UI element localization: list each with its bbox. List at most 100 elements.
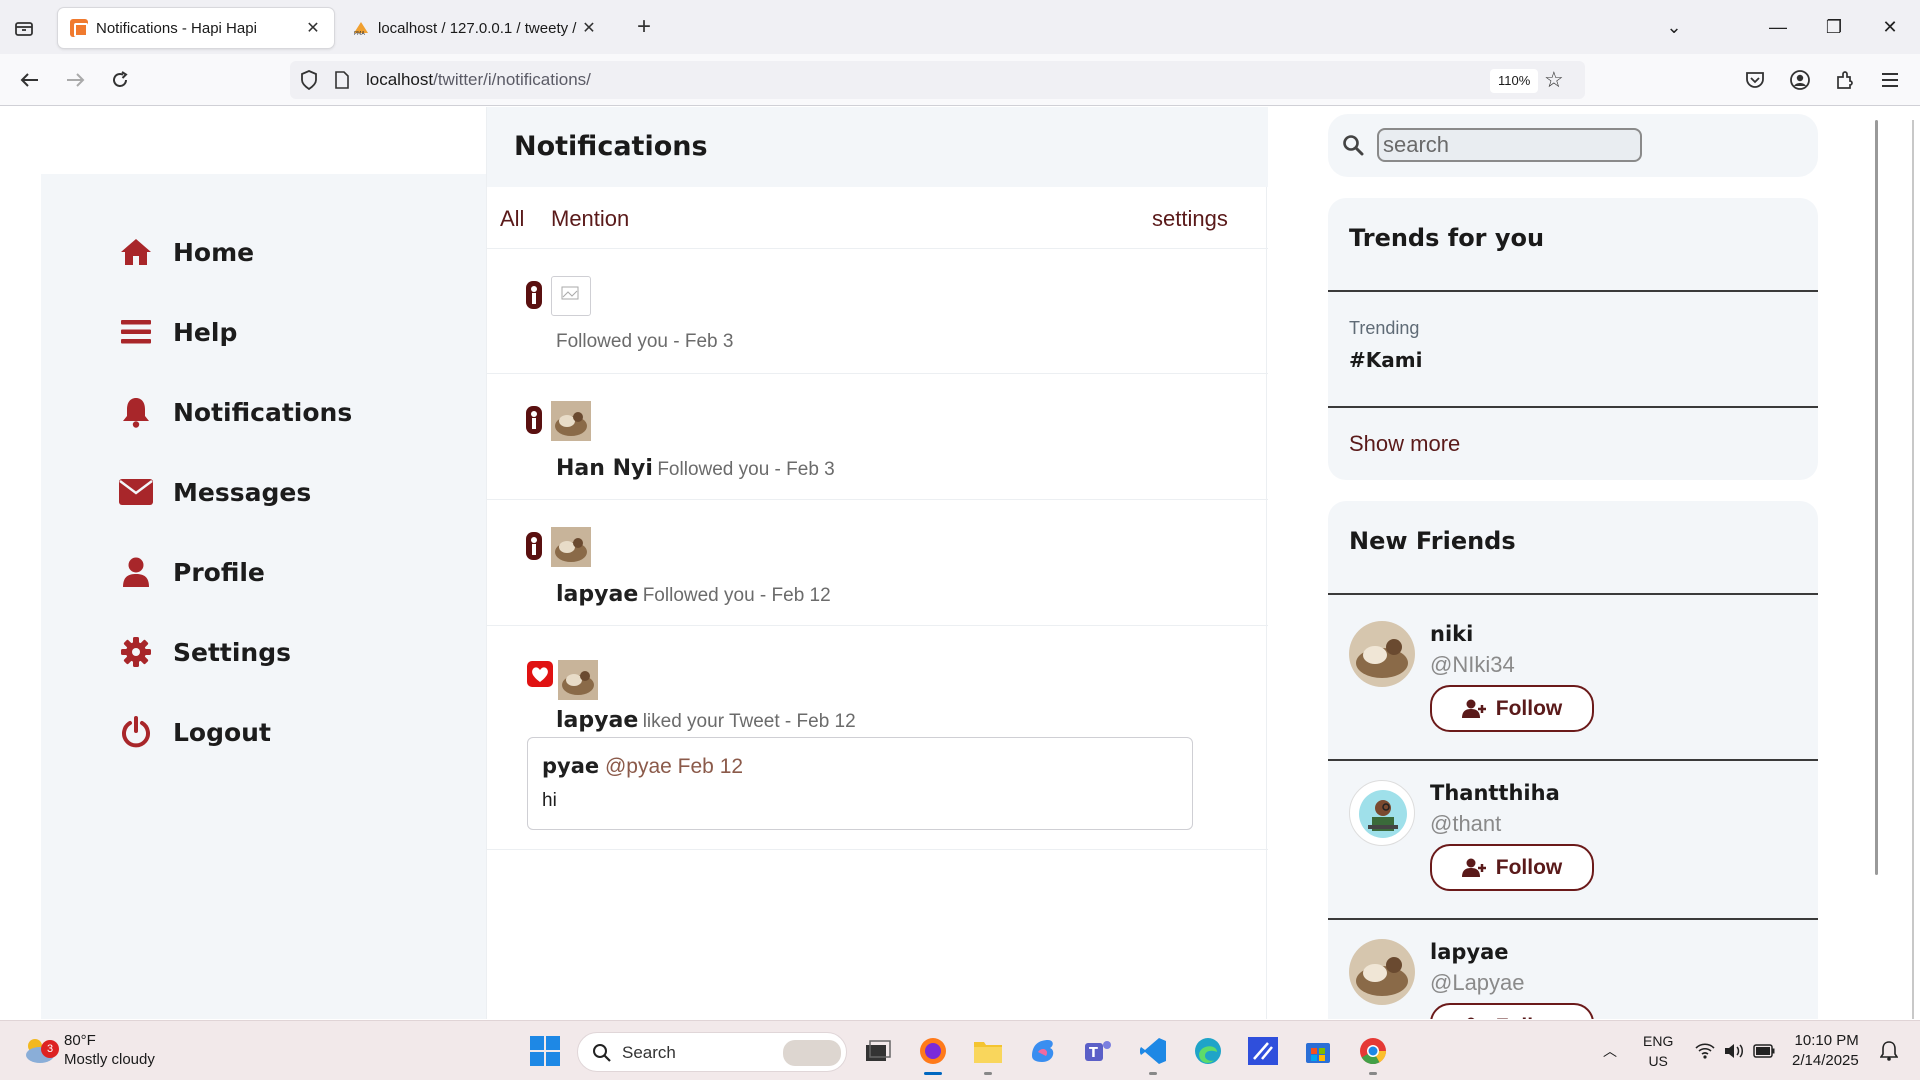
notification-text: Followed you - Feb 3 (556, 331, 734, 352)
sidebar-item-settings[interactable]: Settings (119, 632, 291, 672)
page-scrollbar[interactable] (1912, 120, 1914, 1019)
follow-button[interactable]: Follow (1430, 1003, 1594, 1019)
show-hidden-icons-chevron-icon[interactable]: ︿ (1603, 1021, 1617, 1080)
tweet-meta: @pyae Feb 12 (604, 755, 744, 778)
avatar[interactable] (1349, 939, 1415, 1005)
edge-icon[interactable] (1190, 1033, 1226, 1069)
file-explorer-icon[interactable] (970, 1033, 1006, 1075)
language-indicator[interactable]: ENG US (1643, 1031, 1673, 1071)
search-icon (1342, 134, 1364, 161)
avatar[interactable] (1349, 621, 1415, 687)
notification-bell-icon[interactable] (1880, 1021, 1898, 1080)
list-item[interactable]: Followed you - Feb 3 (487, 249, 1268, 374)
system-clock[interactable]: 10:10 PM 2/14/2025 (1792, 1031, 1859, 1071)
reload-icon[interactable] (105, 65, 135, 95)
zoom-level[interactable]: 110% (1490, 69, 1539, 93)
avatar[interactable] (551, 527, 591, 567)
restore-button[interactable]: ❐ (1818, 12, 1850, 42)
new-tab-button[interactable]: + (630, 14, 658, 42)
taskbar-search-label: Search (622, 1043, 676, 1062)
weather-badge: 3 (41, 1040, 59, 1058)
account-icon[interactable] (1785, 65, 1815, 95)
avatar[interactable] (558, 660, 598, 700)
trend-hashtag[interactable]: #Kami (1349, 348, 1422, 372)
trends-title: Trends for you (1349, 224, 1545, 252)
page-info-icon[interactable] (334, 71, 350, 94)
home-icon (119, 235, 153, 269)
hamburger-menu-icon[interactable] (1875, 65, 1905, 95)
firefox-icon[interactable] (915, 1033, 951, 1075)
minimize-button[interactable]: — (1762, 12, 1794, 42)
list-all-tabs-chevron-icon[interactable]: ⌄ (1658, 12, 1690, 42)
sidebar-item-profile[interactable]: Profile (119, 552, 265, 592)
tab-settings[interactable]: settings (1152, 206, 1228, 232)
gear-icon (119, 635, 153, 669)
windows-start-icon[interactable] (527, 1033, 563, 1069)
pocket-icon[interactable] (1740, 65, 1770, 95)
follow-button[interactable]: Follow (1430, 685, 1594, 732)
shield-icon[interactable] (300, 70, 318, 95)
right-column: Trends for you Trending #Kami Show more … (1328, 107, 1818, 1019)
taskbar-search[interactable]: Search (577, 1032, 847, 1072)
friend-name[interactable]: Thantthiha (1430, 781, 1560, 805)
forward-arrow-icon[interactable] (60, 65, 90, 95)
divider (1328, 918, 1818, 920)
extensions-icon[interactable] (1830, 65, 1860, 95)
sidebar-item-notifications[interactable]: Notifications (119, 392, 352, 432)
browser-tab-bar: Notifications - Hapi Hapi ✕ PMA localhos… (0, 0, 1920, 54)
list-item[interactable]: lapyae Followed you - Feb 12 (487, 500, 1268, 626)
tab-mention[interactable]: Mention (551, 206, 629, 232)
feed-tabs: All Mention settings (487, 187, 1268, 249)
tab-list-icon[interactable] (10, 14, 38, 42)
follow-button[interactable]: Follow (1430, 844, 1594, 891)
teams-icon[interactable]: T (1080, 1033, 1116, 1069)
feed-header: Notifications (487, 107, 1268, 187)
hapi-favicon-icon (70, 19, 88, 37)
new-friends-title: New Friends (1349, 527, 1516, 555)
sidebar-item-help[interactable]: Help (119, 312, 237, 352)
back-arrow-icon[interactable] (15, 65, 45, 95)
weather-widget[interactable]: 80°F Mostly cloudy 3 (22, 1031, 155, 1069)
chrome-icon[interactable] (1355, 1033, 1391, 1075)
tab-title: Notifications - Hapi Hapi (96, 19, 257, 37)
page-title: Notifications (514, 131, 708, 162)
user-icon (119, 555, 153, 589)
liked-tweet-card[interactable]: pyae @pyae Feb 12 hi (527, 737, 1193, 830)
follow-user-icon (525, 531, 543, 566)
bookmark-star-icon[interactable]: ☆ (1544, 67, 1564, 93)
tab-phpmyadmin[interactable]: PMA localhost / 127.0.0.1 / tweety / u ✕ (340, 8, 610, 48)
friend-name[interactable]: lapyae (1430, 940, 1509, 964)
sidebar-item-label: Help (173, 317, 238, 347)
sidebar-item-messages[interactable]: Messages (119, 472, 311, 512)
taskbar: 80°F Mostly cloudy 3 Search T ︿ ENG US 1… (0, 1020, 1920, 1080)
search-input[interactable] (1377, 128, 1642, 162)
close-window-button[interactable]: ✕ (1874, 12, 1906, 42)
envelope-icon (119, 475, 153, 509)
avatar[interactable] (551, 401, 591, 441)
sidebar-item-home[interactable]: Home (119, 232, 254, 272)
friend-name[interactable]: niki (1430, 622, 1473, 646)
list-item[interactable]: Han Nyi Followed you - Feb 3 (487, 374, 1268, 500)
left-sidebar: Home Help Notifications Messages Profile (41, 174, 486, 1019)
sidebar-item-logout[interactable]: Logout (119, 712, 271, 752)
list-item[interactable]: lapyae liked your Tweet - Feb 12 pyae @p… (487, 626, 1268, 850)
url-text: localhost/twitter/i/notifications/ (366, 70, 591, 89)
close-tab-icon[interactable]: ✕ (580, 18, 598, 38)
inner-scrollbar[interactable] (1875, 120, 1878, 875)
close-tab-icon[interactable]: ✕ (304, 18, 322, 38)
battery-icon[interactable] (1753, 1021, 1775, 1080)
copilot-icon[interactable] (1025, 1033, 1061, 1069)
volume-icon[interactable] (1724, 1021, 1744, 1080)
microsoft-store-icon[interactable] (1300, 1033, 1336, 1069)
task-view-icon[interactable] (860, 1033, 896, 1069)
tab-notifications[interactable]: Notifications - Hapi Hapi ✕ (58, 8, 334, 48)
avatar[interactable] (1349, 780, 1415, 846)
app-icon[interactable] (1245, 1033, 1281, 1069)
sidebar-item-label: Logout (173, 717, 271, 747)
show-more-link[interactable]: Show more (1349, 431, 1460, 457)
clock-date: 2/14/2025 (1792, 1052, 1859, 1069)
wifi-icon[interactable] (1695, 1021, 1715, 1080)
tab-all[interactable]: All (500, 206, 524, 232)
vscode-icon[interactable] (1135, 1033, 1171, 1075)
address-bar[interactable]: localhost/twitter/i/notifications/ 110% … (290, 61, 1585, 99)
